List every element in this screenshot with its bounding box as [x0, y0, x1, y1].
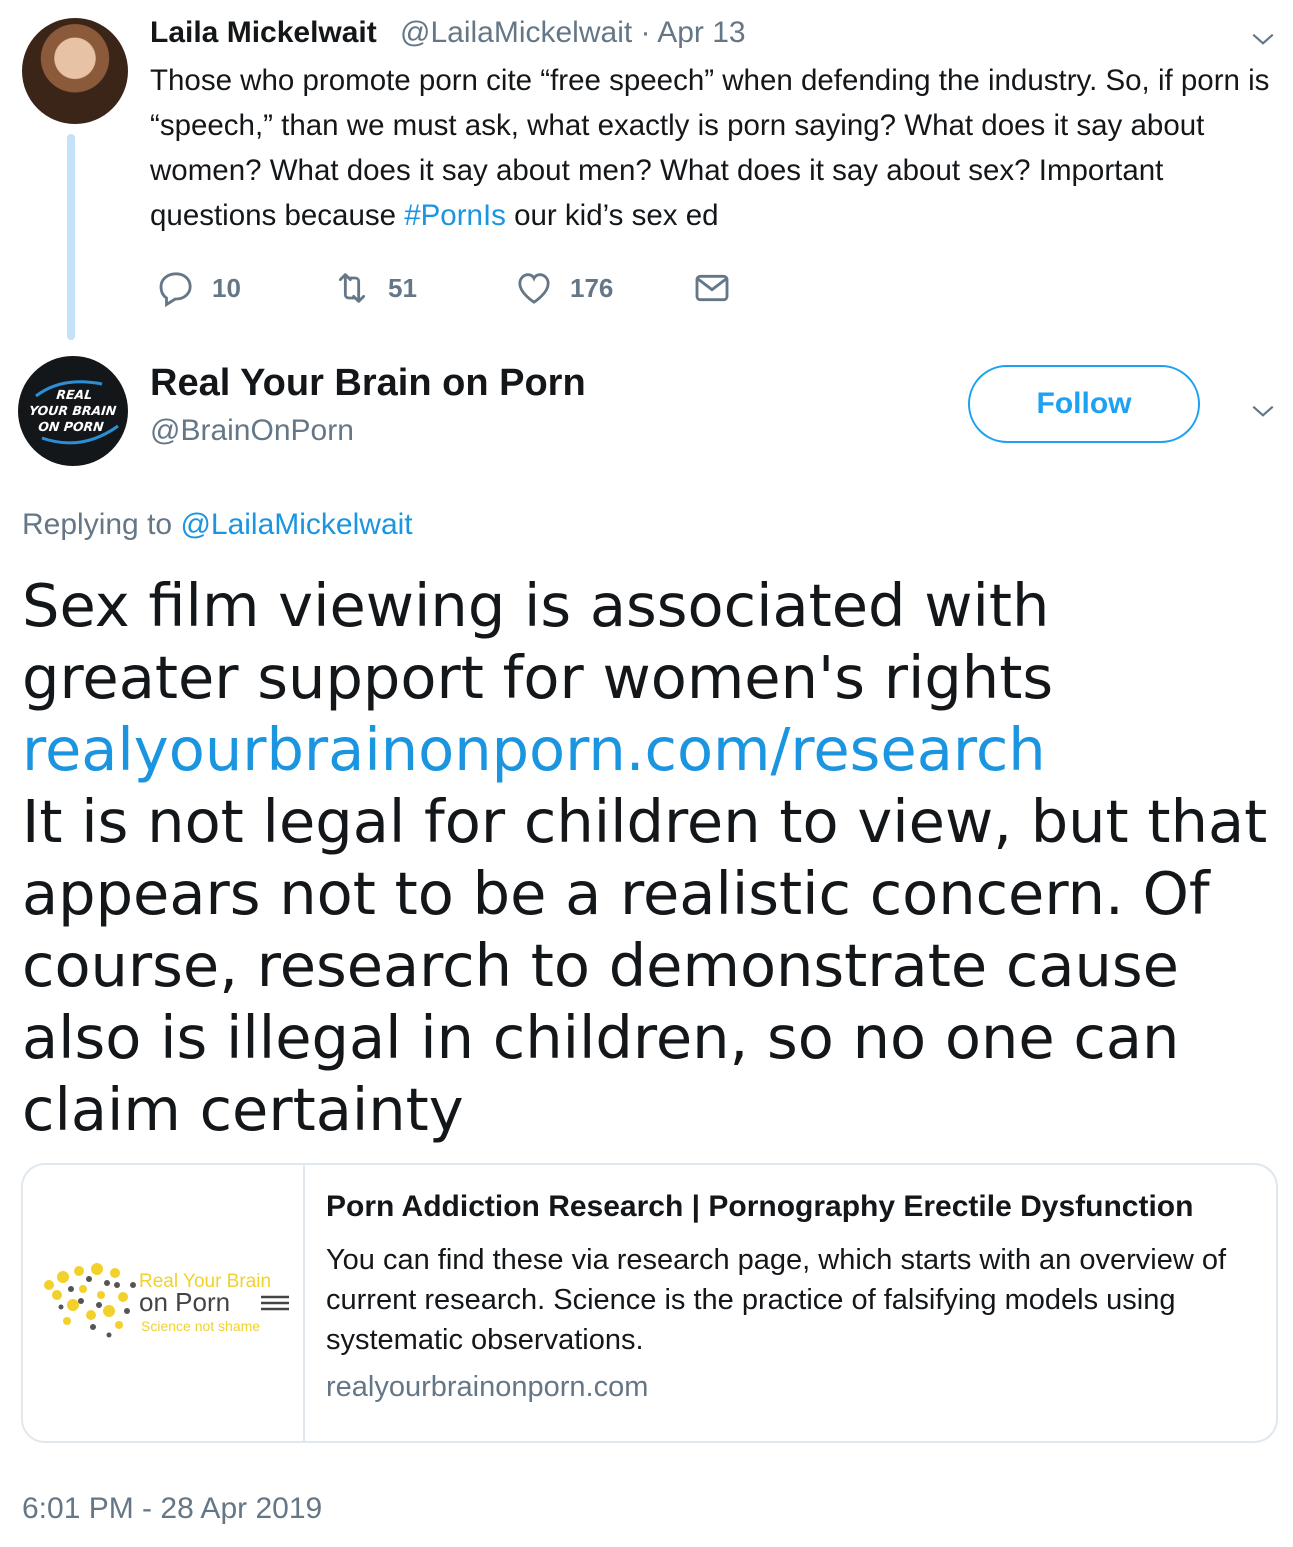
tweet-text-part: Sex film viewing is associated with grea… [22, 571, 1054, 712]
research-link[interactable]: realyourbrainonporn.com/research [22, 714, 1282, 786]
parent-text-part: our kid’s sex ed [505, 199, 719, 232]
like-button[interactable]: 176 [514, 268, 613, 308]
avatar-logo-line: YOUR BRAIN [28, 403, 118, 418]
avatar-logo-line: REAL [56, 387, 94, 402]
thread-line [67, 134, 75, 340]
reply-author-handle[interactable]: @BrainOnPorn [150, 414, 354, 448]
brain-dots-logo: Real Your Brain on Porn Science not sham… [44, 1263, 289, 1338]
reply-count: 10 [212, 272, 241, 303]
parent-author-meta[interactable]: @LailaMickelwait · Apr 13 [400, 16, 746, 50]
retweet-icon [338, 273, 366, 303]
replying-prefix: Replying to [22, 508, 181, 541]
chevron-down-icon[interactable] [1250, 26, 1276, 52]
mention-link[interactable]: @LailaMickelwait [180, 508, 412, 541]
reply-author-name[interactable]: Real Your Brain on Porn [150, 362, 586, 405]
avatar-laila[interactable] [22, 18, 128, 124]
envelope-icon [695, 274, 729, 302]
card-title[interactable]: Porn Addiction Research | Pornography Er… [326, 1190, 1193, 1224]
card-logo-line2: on Porn [139, 1287, 230, 1317]
card-thumbnail: Real Your Brain on Porn Science not sham… [23, 1165, 305, 1441]
tweet-timestamp[interactable]: 6:01 PM - 28 Apr 2019 [22, 1492, 322, 1526]
card-description: You can find these via research page, wh… [326, 1244, 1227, 1356]
direct-message-button[interactable] [692, 268, 732, 308]
parent-author-name[interactable]: Laila Mickelwait [150, 16, 377, 50]
replying-to: Replying to @LailaMickelwait [22, 508, 413, 542]
hashtag-link[interactable]: #PornIs [404, 199, 506, 232]
tweet-text-part: It is not legal for children to view, bu… [22, 787, 1268, 1144]
reply-tweet-text: Sex film viewing is associated with grea… [22, 570, 1282, 1146]
parent-tweet-text: Those who promote porn cite “free speech… [150, 58, 1280, 238]
follow-button[interactable]: Follow [968, 365, 1200, 443]
retweet-button[interactable]: 51 [332, 268, 417, 308]
heart-icon [518, 273, 550, 304]
reply-button[interactable]: 10 [156, 268, 241, 308]
card-domain: realyourbrainonporn.com [326, 1371, 649, 1403]
reply-icon [159, 272, 192, 308]
card-logo-line3: Science not shame [141, 1318, 260, 1334]
chevron-down-icon[interactable] [1250, 398, 1276, 424]
avatar-logo-text: REAL YOUR BRAIN ON PORN [27, 387, 119, 435]
like-count: 176 [570, 272, 614, 303]
avatar-brainonporn[interactable]: REAL YOUR BRAIN ON PORN [18, 356, 128, 466]
retweet-count: 51 [388, 272, 417, 303]
avatar-logo-line: ON PORN [37, 419, 105, 434]
